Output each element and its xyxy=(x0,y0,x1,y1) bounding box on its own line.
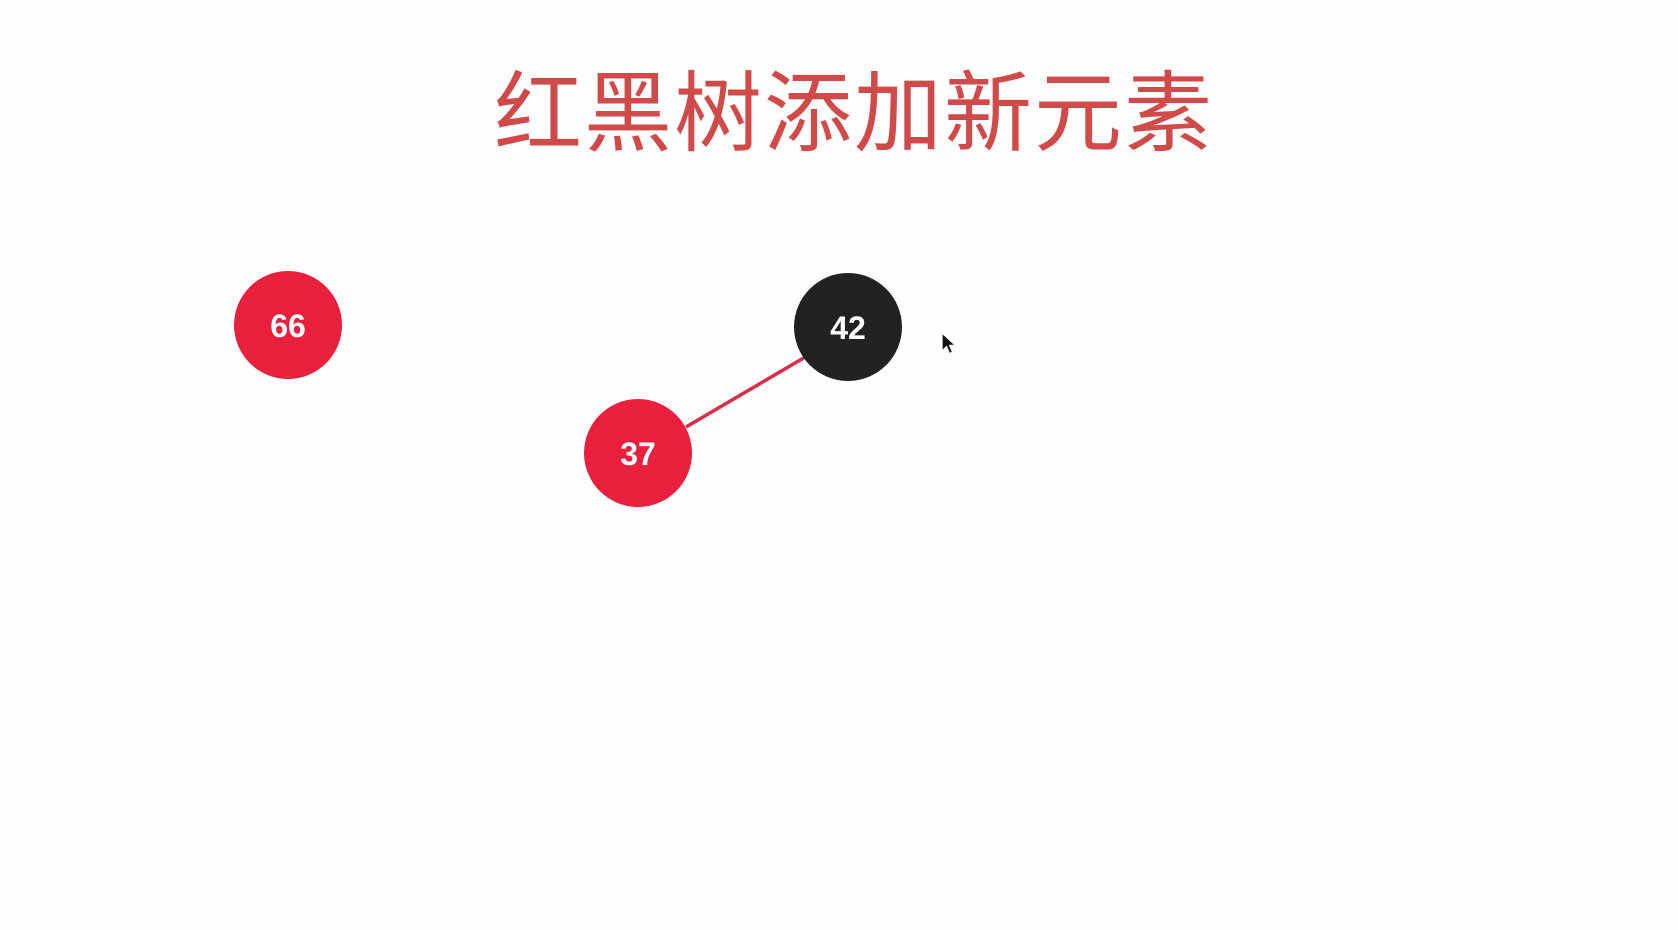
tree-node-37: 37 xyxy=(584,399,692,507)
node-label-37: 37 xyxy=(620,436,656,472)
node-label-66: 66 xyxy=(270,308,306,344)
tree-edge-42-37 xyxy=(685,354,808,429)
cursor-pointer-icon xyxy=(941,332,957,355)
tree-node-66: 66 xyxy=(234,271,342,379)
node-label-42: 42 xyxy=(830,310,866,346)
tree-diagram: 66 42 37 xyxy=(234,271,957,507)
tree-node-42: 42 xyxy=(794,273,902,381)
slide: 红黑树添加新元素 66 42 37 xyxy=(0,0,1678,930)
